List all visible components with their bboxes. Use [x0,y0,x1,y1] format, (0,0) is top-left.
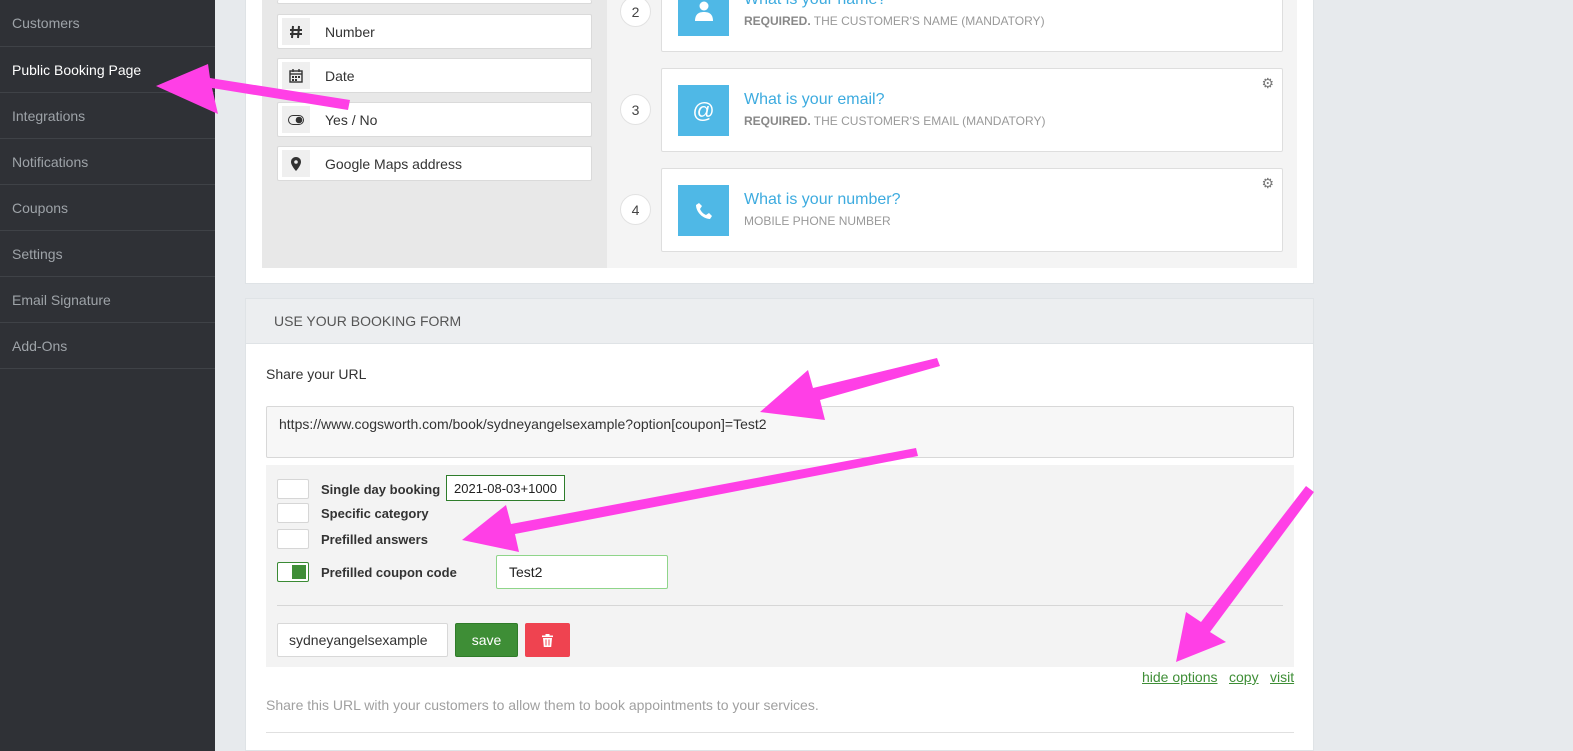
divider [277,605,1283,606]
sidebar: Customers Public Booking Page Integratio… [0,0,215,751]
question-number: 3 [620,94,651,125]
gear-icon[interactable]: ⚙ [1261,75,1274,92]
field-item-number[interactable]: Number [277,14,592,49]
question-subtitle: REQUIRED. THE CUSTOMER'S NAME (MANDATORY… [744,14,1045,28]
share-url-label: Share your URL [266,366,367,382]
question-subtitle: REQUIRED. THE CUSTOMER'S EMAIL (MANDATOR… [744,114,1046,128]
visit-link[interactable]: visit [1270,669,1294,685]
sidebar-item-settings[interactable]: Settings [0,231,215,277]
sidebar-item-public-booking-page[interactable]: Public Booking Page [0,47,215,93]
field-item-label: Yes / No [325,111,378,128]
at-icon: @ [678,85,729,136]
question-subtitle: MOBILE PHONE NUMBER [744,214,891,228]
option-specific-category: Specific category [277,503,429,523]
sidebar-item-email-signature[interactable]: Email Signature [0,277,215,323]
question-title: What is your number? [744,191,901,208]
question-card-email[interactable]: @ What is your email? REQUIRED. THE CUST… [661,68,1283,152]
sidebar-item-customers[interactable]: Customers [0,0,215,47]
sidebar-item-add-ons[interactable]: Add-Ons [0,323,215,369]
sidebar-item-label: Email Signature [12,291,111,308]
question-card-name[interactable]: What is your name? REQUIRED. THE CUSTOME… [661,0,1283,52]
user-icon [678,0,729,36]
calendar-icon [282,62,310,89]
sidebar-item-label: Integrations [12,107,86,124]
sidebar-item-label: Notifications [12,153,89,170]
hide-options-link[interactable]: hide options [1142,669,1218,685]
delete-button[interactable] [525,623,570,657]
coupon-code-input[interactable]: Test2 [496,555,668,589]
question-title: What is your email? [744,91,885,108]
option-prefilled-answers: Prefilled answers [277,529,428,549]
prefilled-answers-toggle[interactable] [277,529,309,549]
sidebar-item-coupons[interactable]: Coupons [0,185,215,231]
sidebar-item-label: Add-Ons [12,337,68,354]
option-single-day-booking: Single day booking [277,479,440,499]
question-title: What is your name? [744,0,886,9]
trash-icon [542,633,553,647]
sidebar-item-integrations[interactable]: Integrations [0,93,215,139]
option-prefilled-coupon: Prefilled coupon code [277,562,457,582]
copy-link[interactable]: copy [1229,669,1259,685]
panel-heading: USE YOUR BOOKING FORM [246,299,1313,344]
help-text: Share this URL with your customers to al… [266,697,819,713]
toggle-icon [282,106,310,133]
sidebar-item-label: Coupons [12,199,69,216]
field-item-yes-no[interactable]: Yes / No [277,102,592,137]
question-card-number[interactable]: What is your number? MOBILE PHONE NUMBER… [661,168,1283,252]
option-label: Prefilled answers [321,531,428,547]
slug-input[interactable]: sydneyangelsexample [277,623,448,657]
field-item-label: Number [325,23,375,40]
field-item-label: Date [325,67,355,84]
option-label: Single day booking [321,481,441,497]
single-day-date-input[interactable]: 2021-08-03+1000 [446,475,565,501]
field-item-label: Google Maps address [325,155,462,172]
sidebar-item-notifications[interactable]: Notifications [0,139,215,185]
field-item-google-maps-address[interactable]: Google Maps address [277,146,592,181]
prefilled-coupon-toggle[interactable] [277,562,309,582]
save-button[interactable]: save [455,623,518,657]
share-url-textarea[interactable]: https://www.cogsworth.com/book/sydneyang… [266,406,1294,458]
sidebar-item-label: Customers [12,15,80,31]
sidebar-item-label: Public Booking Page [12,61,142,78]
field-item-date[interactable]: Date [277,58,592,93]
single-day-toggle[interactable] [277,479,309,499]
option-label: Specific category [321,505,429,521]
hash-icon [282,18,310,45]
phone-icon [678,185,729,236]
divider [266,732,1294,733]
gear-icon[interactable]: ⚙ [1261,175,1274,192]
map-marker-icon [282,150,310,177]
question-number: 4 [620,194,651,225]
sidebar-item-label: Settings [12,245,63,262]
field-item-partial [277,0,592,4]
option-label: Prefilled coupon code [321,564,457,580]
specific-category-toggle[interactable] [277,503,309,523]
